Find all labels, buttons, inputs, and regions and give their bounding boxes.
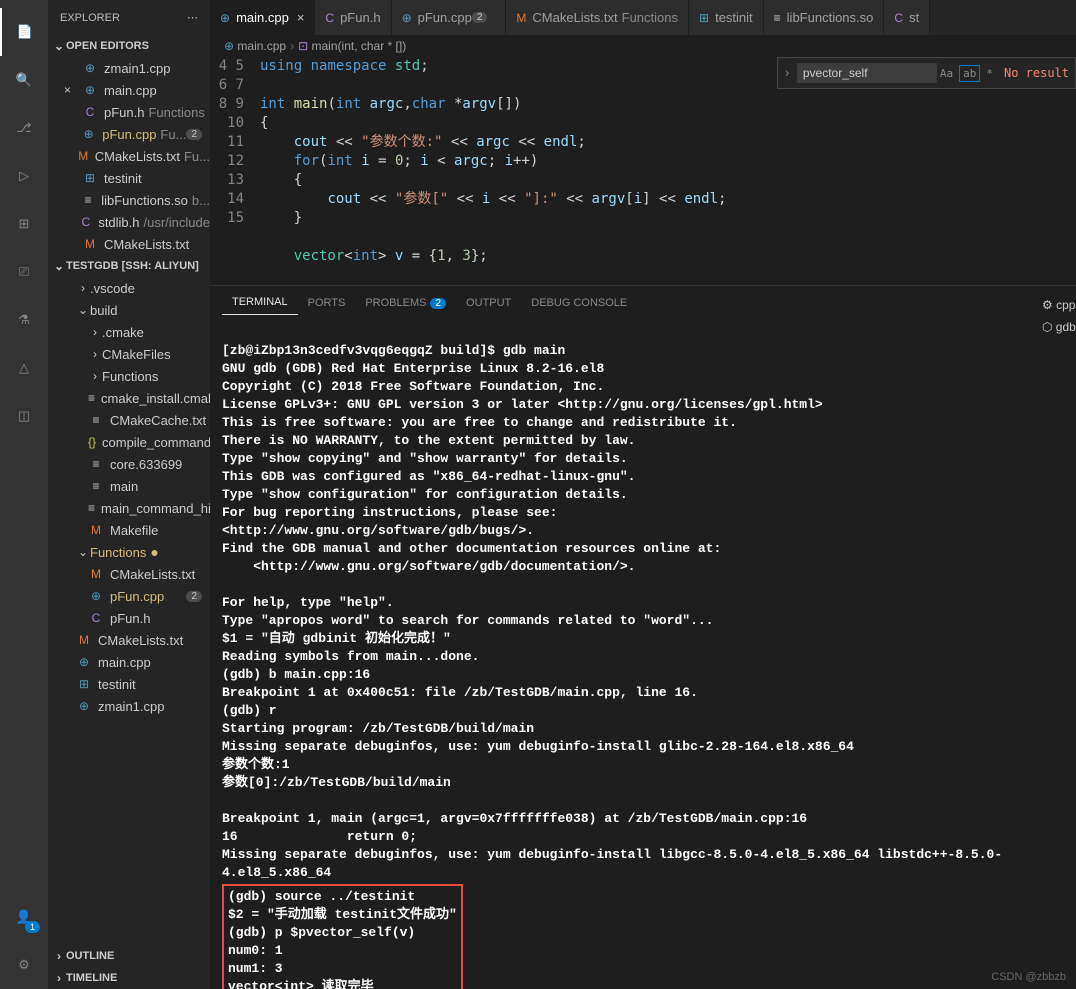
folder-item[interactable]: ›CMakeFiles xyxy=(48,343,210,365)
search-icon[interactable]: 🔍 xyxy=(0,56,48,104)
file-item[interactable]: ≡main_command_hist... xyxy=(48,497,210,519)
panel-tab[interactable]: DEBUG CONSOLE xyxy=(521,291,637,315)
account-icon[interactable]: 👤1 xyxy=(0,893,48,941)
breadcrumb[interactable]: ⊕ main.cpp › ⊡ main(int, char * []) xyxy=(210,35,1076,57)
terminal[interactable]: [zb@iZbp13n3cedfv3vqg6eqgqZ build]$ gdb … xyxy=(210,338,1076,989)
folder-item[interactable]: ⌄build xyxy=(48,299,210,321)
find-result: No result xyxy=(1004,66,1069,80)
terminal-side: ⚙ cpp⬡ gdb xyxy=(1036,286,1076,338)
activity-bar: 📄 🔍 ⎇ ▷ ⊞ ⎚ ⚗ △ ◫ 👤1 ⚙ xyxy=(0,0,48,989)
terminal-profile[interactable]: ⬡ gdb xyxy=(1036,316,1076,338)
file-item[interactable]: ≡cmake_install.cmake xyxy=(48,387,210,409)
editor-tab[interactable]: CpFun.h xyxy=(315,0,391,35)
open-editor-item[interactable]: MCMakeLists.txt xyxy=(48,233,210,255)
debug-icon[interactable]: ▷ xyxy=(0,152,48,200)
panel-tab[interactable]: PROBLEMS2 xyxy=(355,291,456,315)
file-item[interactable]: MMakefile xyxy=(48,519,210,541)
ext2-icon[interactable]: ◫ xyxy=(0,392,48,440)
workspace-header[interactable]: ⌄TESTGDB [SSH: ALIYUN] xyxy=(48,255,210,277)
editor-tab[interactable]: ⊕pFun.cpp2 xyxy=(392,0,507,35)
file-item[interactable]: ⊞testinit xyxy=(48,673,210,695)
open-editor-item[interactable]: CpFun.hFunctions xyxy=(48,101,210,123)
open-editors-header[interactable]: ⌄OPEN EDITORS xyxy=(48,35,210,57)
editor-tab[interactable]: ⊕main.cpp× xyxy=(210,0,315,35)
settings-icon[interactable]: ⚙ xyxy=(0,941,48,989)
open-editor-item[interactable]: ×⊕main.cpp xyxy=(48,79,210,101)
file-item[interactable]: ⊕main.cpp xyxy=(48,651,210,673)
find-input[interactable] xyxy=(797,63,937,83)
panel-tab[interactable]: TERMINAL xyxy=(222,290,298,315)
testing-icon[interactable]: ⚗ xyxy=(0,296,48,344)
panel-tab[interactable]: OUTPUT xyxy=(456,291,521,315)
explorer-icon[interactable]: 📄 xyxy=(0,8,48,56)
file-item[interactable]: ≡CMakeCache.txt xyxy=(48,409,210,431)
editor-tab[interactable]: ⊞testinit xyxy=(689,0,764,35)
code-editor[interactable]: 4 5 6 7 8 9 10 11 12 13 14 15 using name… xyxy=(210,57,1076,285)
panel-tab[interactable]: PORTS xyxy=(298,291,356,315)
folder-item[interactable]: ›.cmake xyxy=(48,321,210,343)
terminal-profile[interactable]: ⚙ cpp xyxy=(1036,294,1076,316)
editor-tab[interactable]: ≡libFunctions.so xyxy=(764,0,885,35)
editor-tab[interactable]: Cst xyxy=(884,0,930,35)
timeline-header[interactable]: ›TIMELINE xyxy=(48,967,210,989)
file-item[interactable]: ⊕zmain1.cpp xyxy=(48,695,210,717)
file-item[interactable]: ≡core.633699 xyxy=(48,453,210,475)
remote-icon[interactable]: ⎚ xyxy=(0,248,48,296)
file-item[interactable]: CpFun.h xyxy=(48,607,210,629)
open-editor-item[interactable]: ⊞testinit xyxy=(48,167,210,189)
panel: TERMINALPORTSPROBLEMS2OUTPUTDEBUG CONSOL… xyxy=(210,285,1076,989)
folder-item[interactable]: ›Functions xyxy=(48,365,210,387)
sidebar: EXPLORER⋯ ⌄OPEN EDITORS ⊕zmain1.cpp×⊕mai… xyxy=(48,0,210,989)
scm-icon[interactable]: ⎇ xyxy=(0,104,48,152)
cmake-icon[interactable]: △ xyxy=(0,344,48,392)
open-editor-item[interactable]: ≡libFunctions.sob... xyxy=(48,189,210,211)
extensions-icon[interactable]: ⊞ xyxy=(0,200,48,248)
folder-item[interactable]: ⌄Functions● xyxy=(48,541,210,563)
open-editor-item[interactable]: ⊕pFun.cppFu...2 xyxy=(48,123,210,145)
file-item[interactable]: MCMakeLists.txt xyxy=(48,629,210,651)
editor-tab[interactable]: MCMakeLists.txtFunctions xyxy=(506,0,689,35)
file-item[interactable]: {}compile_commands.j... xyxy=(48,431,210,453)
open-editor-item[interactable]: ⊕zmain1.cpp xyxy=(48,57,210,79)
open-editor-item[interactable]: MCMakeLists.txtFu... xyxy=(48,145,210,167)
editor-tabs: ⊕main.cpp×CpFun.h⊕pFun.cpp2MCMakeLists.t… xyxy=(210,0,1076,35)
file-item[interactable]: ≡main xyxy=(48,475,210,497)
sidebar-title: EXPLORER⋯ xyxy=(48,0,210,35)
find-regex-icon[interactable]: * xyxy=(986,67,993,80)
watermark: CSDN @zbbzb xyxy=(991,971,1066,983)
find-case-icon[interactable]: Aa xyxy=(940,67,953,80)
open-editor-item[interactable]: Cstdlib.h/usr/include xyxy=(48,211,210,233)
file-item[interactable]: ⊕pFun.cpp2 xyxy=(48,585,210,607)
find-bar: › Aa ab * No result xyxy=(777,57,1076,89)
outline-header[interactable]: ›OUTLINE xyxy=(48,945,210,967)
folder-item[interactable]: ›.vscode xyxy=(48,277,210,299)
file-item[interactable]: MCMakeLists.txt xyxy=(48,563,210,585)
find-word-icon[interactable]: ab xyxy=(959,65,980,82)
